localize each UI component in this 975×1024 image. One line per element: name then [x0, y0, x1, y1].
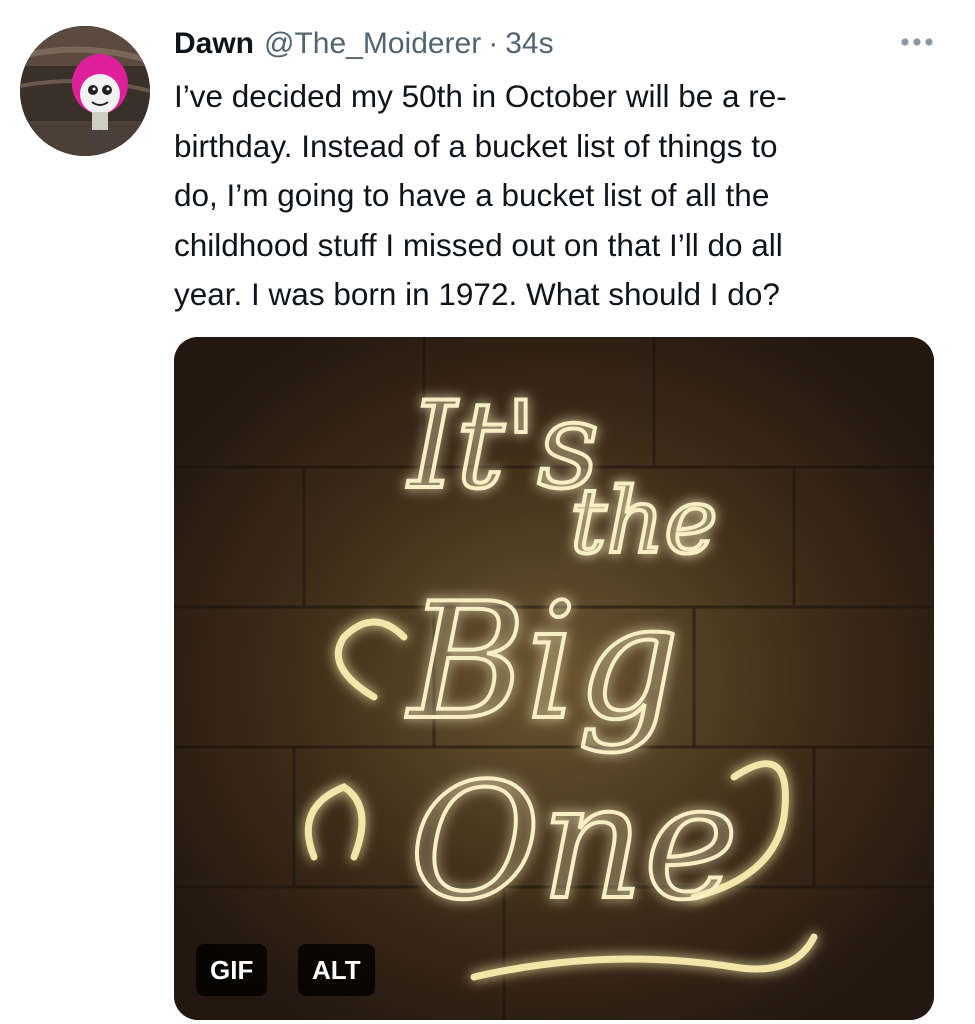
gif-media[interactable]: It's the Big One	[174, 337, 934, 1020]
cartoon-avatar-icon	[20, 26, 150, 156]
avatar[interactable]	[20, 26, 150, 156]
neon-line-2: the	[570, 469, 717, 574]
neon-sign-image: It's the Big One	[174, 337, 934, 1020]
tweet-text: I’ve decided my 50th in October will be …	[174, 78, 787, 312]
tweet-header: Dawn @The_Moiderer · 34s	[174, 22, 554, 66]
timestamp[interactable]: 34s	[505, 27, 553, 61]
gif-badge: GIF	[196, 944, 268, 996]
neon-line-4: One	[410, 748, 739, 935]
separator-dot: ·	[488, 27, 499, 60]
author-handle[interactable]: @The_Moiderer	[264, 27, 481, 61]
more-options-button[interactable]	[897, 30, 937, 54]
alt-text-button[interactable]: ALT	[298, 944, 375, 996]
ellipsis-icon	[901, 38, 933, 46]
neon-line-3: Big	[405, 568, 679, 755]
author-name[interactable]: Dawn	[174, 27, 254, 61]
